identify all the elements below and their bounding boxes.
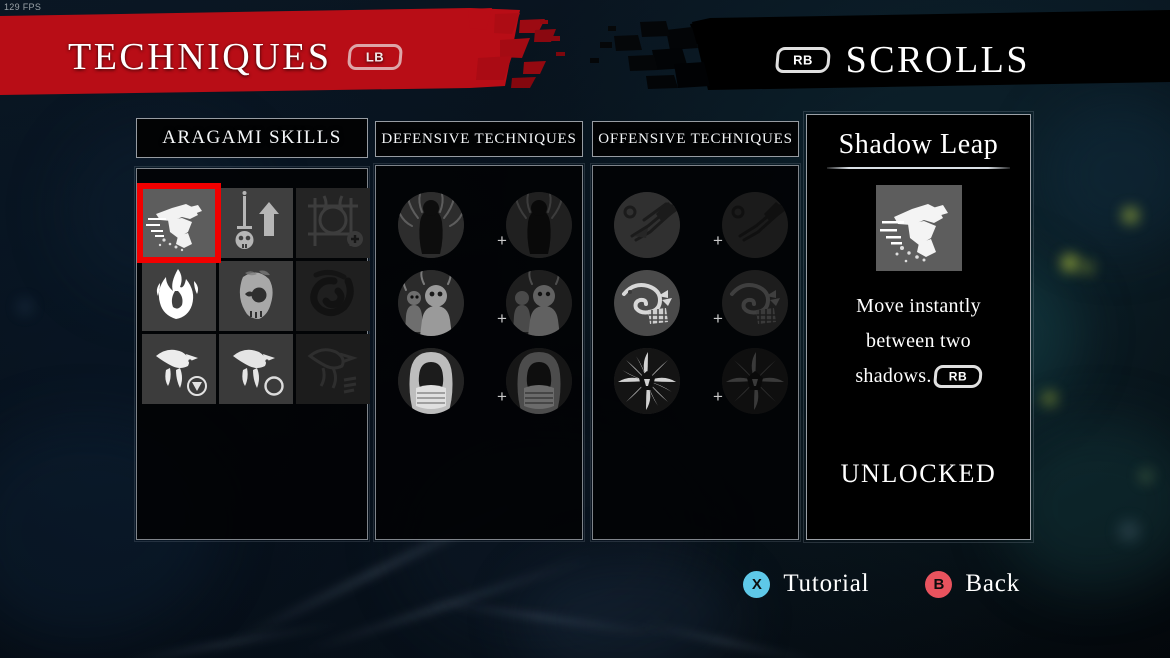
plus-badge-icon: + [497, 231, 507, 250]
skill-grid-offensive: + + + [606, 188, 796, 418]
plus-badge-icon: + [713, 231, 723, 250]
technique-cell-shadow-kunai[interactable] [606, 188, 688, 262]
detail-divider [827, 167, 1010, 169]
decoy-clone-icon [398, 270, 464, 336]
shadow-dragon-icon [722, 270, 788, 336]
header-bar: TECHNIQUES LB RB SCROLLS [0, 0, 1170, 108]
tab-techniques-label: TECHNIQUES [68, 36, 332, 78]
x-button-icon: X [743, 570, 771, 598]
firefly-light [1043, 392, 1056, 405]
rb-bumper-icon: RB [932, 365, 983, 388]
skill-cell-shadow-vortex[interactable] [296, 261, 370, 331]
shadow-kunai-icon [722, 192, 788, 258]
shadow-leap-icon [875, 185, 962, 271]
technique-cell-shadow-dragon-plus[interactable]: + [713, 266, 796, 340]
column-header-aragami-skills: ARAGAMI SKILLS [136, 118, 368, 158]
skill-grid-aragami [137, 183, 370, 404]
detail-title: Shadow Leap [838, 129, 999, 160]
technique-cell-masked-figure-plus[interactable]: + [497, 344, 580, 418]
fps-counter: 129 FPS [4, 2, 42, 12]
technique-cell-shadow-storm-plus[interactable]: + [713, 344, 796, 418]
action-bar: X Tutorial B Back [743, 570, 1020, 598]
decoy-clone-icon [506, 270, 572, 336]
column-title: ARAGAMI SKILLS [162, 127, 342, 148]
skill-cell-sword-upgrade[interactable] [219, 188, 293, 258]
firefly-light [1140, 470, 1152, 482]
skill-cell-shadow-essence[interactable] [142, 261, 216, 331]
shadow-storm-icon [722, 348, 788, 414]
scroll-capacity-icon [296, 188, 370, 258]
shadow-cloak-icon [506, 192, 572, 258]
shadow-dragon-icon [614, 270, 680, 336]
detail-desc-line2: between two [866, 330, 971, 352]
masked-figure-icon [398, 348, 464, 414]
plus-badge-icon: + [713, 387, 723, 406]
tutorial-button[interactable]: X Tutorial [743, 570, 869, 598]
skill-detail-panel: Shadow Leap Move instantly between two s… [803, 111, 1034, 543]
masked-figure-icon [506, 348, 572, 414]
technique-cell-shadow-cloak-plus[interactable]: + [497, 188, 580, 262]
back-button-label: Back [965, 570, 1020, 597]
column-header-offensive-techniques: OFFENSIVE TECHNIQUES [592, 121, 799, 157]
firefly-light [1123, 208, 1138, 223]
skill-grid-defensive: + + + [390, 188, 580, 418]
detail-description: Move instantly between two shadows. RB [824, 289, 1014, 394]
detail-desc-line3: shadows. [855, 365, 932, 387]
plus-badge-icon: + [497, 387, 507, 406]
skill-cell-shadow-leap[interactable] [137, 183, 221, 263]
firefly-light [1082, 262, 1093, 273]
technique-cell-decoy-clone[interactable] [390, 266, 472, 340]
column-header-defensive-techniques: DEFENSIVE TECHNIQUES [375, 121, 583, 157]
tab-scrolls[interactable]: RB SCROLLS [774, 38, 1030, 82]
shadow-leap-icon [142, 188, 216, 258]
skill-cell-crow-outline[interactable] [296, 334, 370, 404]
shadow-vortex-icon [296, 261, 370, 331]
technique-cell-shadow-storm[interactable] [606, 344, 688, 418]
column-title: OFFENSIVE TECHNIQUES [598, 130, 793, 147]
shadow-cloak-icon [398, 192, 464, 258]
detail-status-badge: UNLOCKED [840, 459, 997, 488]
sword-upgrade-icon [219, 188, 293, 258]
plus-badge-icon: + [497, 309, 507, 328]
skill-cell-crow-mark[interactable] [142, 334, 216, 404]
shadow-essence-icon [142, 261, 216, 331]
skill-cell-scroll-capacity[interactable] [296, 188, 370, 258]
firefly-light [18, 300, 32, 314]
rb-bumper-icon: RB [774, 47, 831, 73]
skill-cell-skull[interactable] [219, 261, 293, 331]
firefly-light [1062, 255, 1078, 271]
tutorial-button-label: Tutorial [783, 570, 870, 597]
technique-cell-shadow-kunai-plus[interactable]: + [713, 188, 796, 262]
technique-cell-shadow-dragon[interactable] [606, 266, 688, 340]
detail-desc-line1: Move instantly [856, 295, 981, 317]
crow-outline-icon [296, 334, 370, 404]
shadow-storm-icon [614, 348, 680, 414]
skull-icon [219, 261, 293, 331]
tab-scrolls-label: SCROLLS [845, 39, 1030, 81]
skill-cell-crow-circle[interactable] [219, 334, 293, 404]
crow-circle-icon [219, 334, 293, 404]
technique-cell-masked-figure[interactable] [390, 344, 472, 418]
b-button-icon: B [925, 570, 953, 598]
detail-skill-icon [875, 185, 962, 271]
firefly-light [1118, 520, 1140, 542]
crow-mark-icon [142, 334, 216, 404]
lb-bumper-icon: LB [346, 44, 403, 70]
column-title: DEFENSIVE TECHNIQUES [381, 130, 577, 147]
tab-techniques[interactable]: TECHNIQUES LB [68, 35, 403, 79]
back-button[interactable]: B Back [925, 570, 1020, 598]
technique-cell-decoy-clone-plus[interactable]: + [497, 266, 580, 340]
game-screen: 129 FPS TECHNIQUES LB RB SCROLLS ARAGAMI… [0, 0, 1170, 658]
technique-cell-shadow-cloak[interactable] [390, 188, 472, 262]
plus-badge-icon: + [713, 309, 723, 328]
shadow-kunai-icon [614, 192, 680, 258]
